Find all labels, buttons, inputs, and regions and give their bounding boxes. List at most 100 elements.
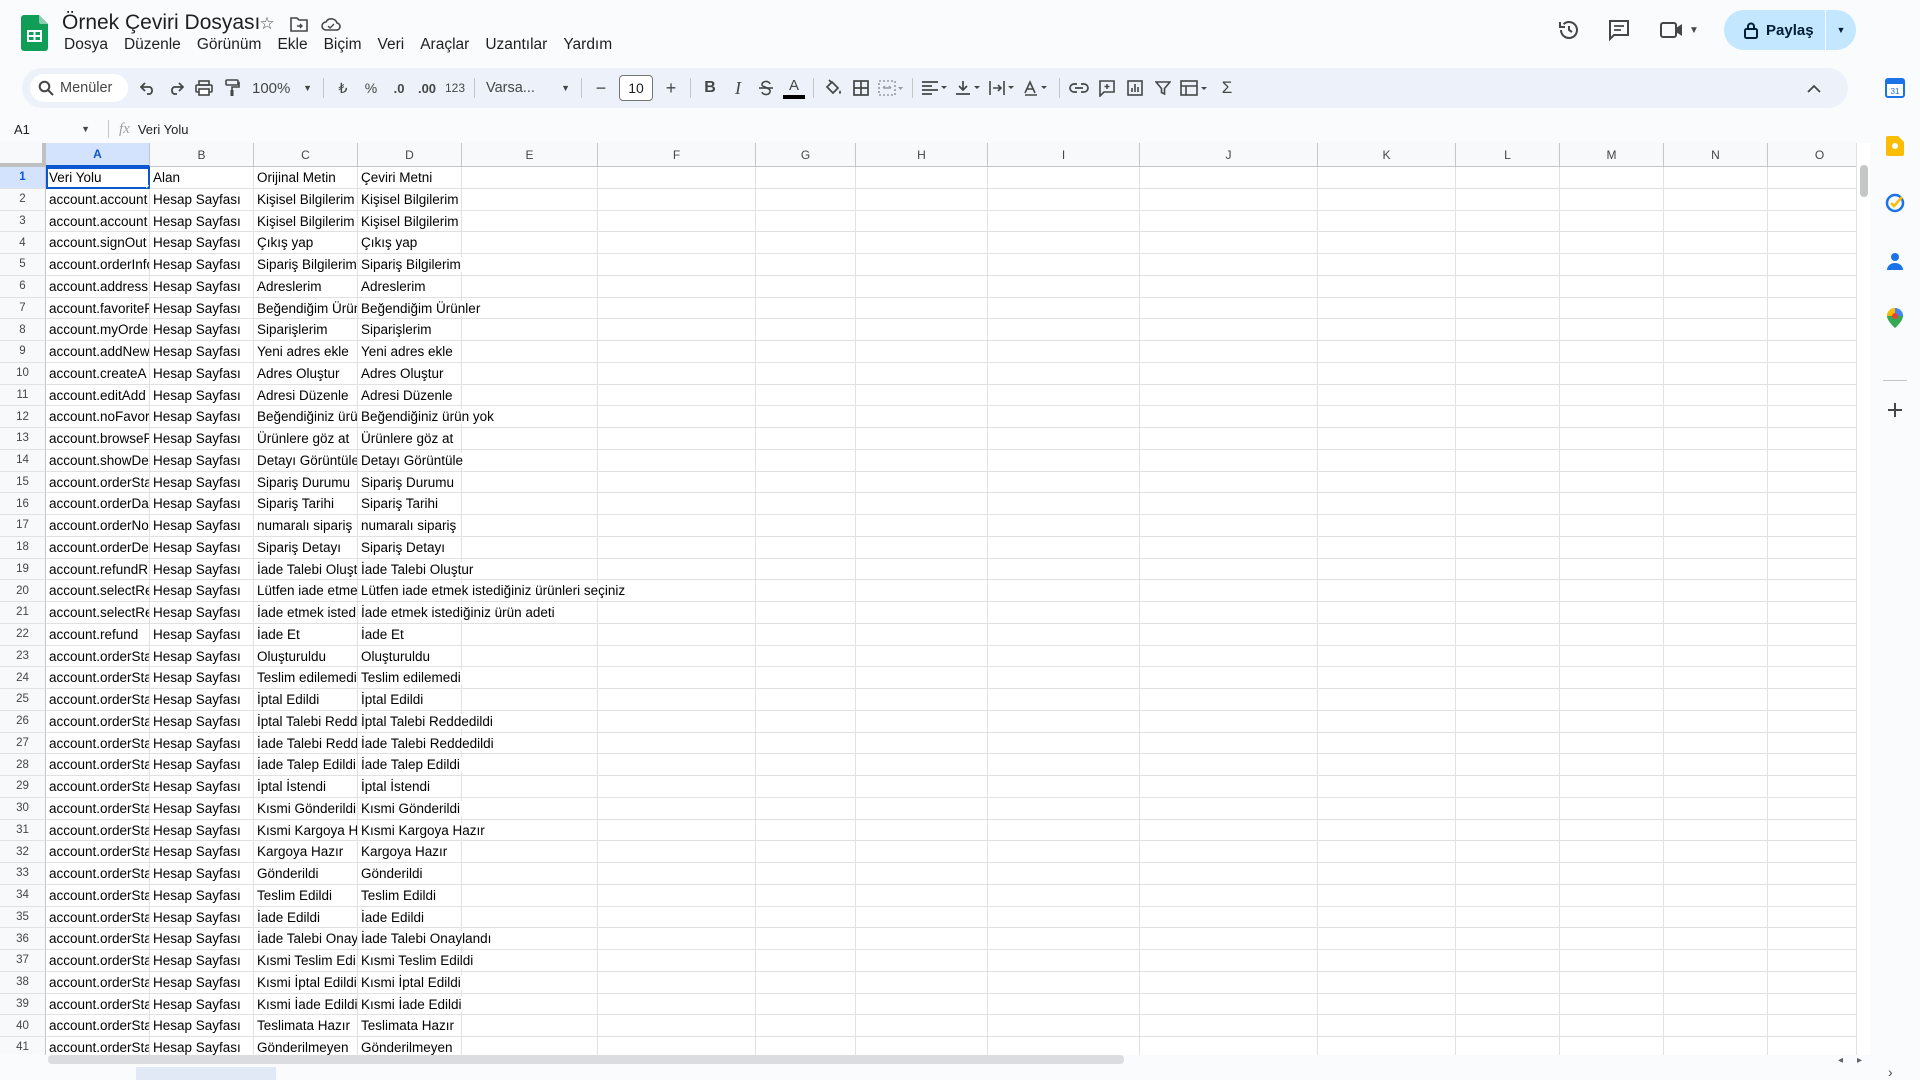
cell-c[interactable]: Kısmi Gönderildi [254, 797, 358, 820]
cell-d[interactable]: Teslimata Hazır [358, 1015, 462, 1037]
cell-i[interactable] [988, 341, 1140, 363]
cell-a[interactable]: account.editAdd [46, 384, 150, 407]
cell-b[interactable]: Hesap Sayfası [150, 471, 254, 494]
share-button[interactable]: Paylaş ▼ [1724, 10, 1856, 50]
horizontal-scrollbar[interactable]: ◂ ▸ [0, 1055, 1870, 1080]
print-icon[interactable] [190, 74, 218, 102]
cell-a[interactable]: account.orderSta [46, 819, 150, 842]
cell-d[interactable]: Adres Oluştur [358, 362, 462, 385]
cell-c[interactable]: Kargoya Hazır [254, 841, 358, 863]
cell-l[interactable] [1456, 471, 1560, 494]
cell-b[interactable]: Hesap Sayfası [150, 602, 254, 624]
cell-l[interactable] [1456, 689, 1560, 711]
cell-b[interactable]: Hesap Sayfası [150, 623, 254, 646]
cell-d[interactable]: İade etmek istediğiniz ürün adeti [358, 602, 557, 624]
cell-n[interactable] [1664, 341, 1768, 363]
row-header[interactable]: 41 [0, 1037, 46, 1055]
cell-n[interactable] [1664, 667, 1768, 689]
cell-f[interactable] [598, 754, 756, 776]
cell-o[interactable] [1768, 298, 1856, 320]
cell-c[interactable]: İptal Talebi Redd [254, 710, 358, 733]
cell-g[interactable] [756, 950, 856, 972]
cell-k[interactable] [1318, 297, 1456, 320]
cell-m[interactable] [1560, 950, 1664, 972]
cell-m[interactable] [1560, 362, 1664, 385]
cell-d[interactable]: Detayı Görüntüle [358, 449, 466, 472]
cell-o[interactable] [1768, 319, 1856, 341]
cell-m[interactable] [1560, 863, 1664, 885]
cell-e[interactable] [462, 254, 598, 276]
cell-d[interactable]: Kargoya Hazır [358, 841, 462, 863]
cell-g[interactable] [756, 667, 856, 689]
cell-a[interactable]: account.orderSta [46, 797, 150, 820]
cell-l[interactable] [1456, 623, 1560, 646]
column-header-j[interactable]: J [1140, 143, 1318, 167]
cell-e[interactable] [462, 754, 598, 776]
cell-c[interactable]: Teslim Edildi [254, 884, 358, 907]
cell-c[interactable]: Lütfen iade etme [254, 580, 358, 602]
cell-c[interactable]: İptal İstendi [254, 776, 358, 798]
cell-c[interactable]: Sipariş Detayı [254, 536, 358, 559]
cell-j[interactable] [1140, 689, 1318, 711]
share-options-button[interactable]: ▼ [1826, 25, 1856, 35]
cell-l[interactable] [1456, 906, 1560, 929]
menu-file[interactable]: Dosya [56, 36, 116, 54]
row-header[interactable]: 8 [0, 319, 46, 341]
row-header[interactable]: 3 [0, 210, 46, 233]
menu-tools[interactable]: Araçlar [412, 36, 477, 54]
cell-l[interactable] [1456, 884, 1560, 907]
cell-o[interactable] [1768, 624, 1856, 646]
cell-j[interactable] [1140, 667, 1318, 689]
cell-g[interactable] [756, 645, 856, 668]
cell-k[interactable] [1318, 449, 1456, 472]
menu-insert[interactable]: Ekle [269, 36, 315, 54]
cell-o[interactable] [1768, 559, 1856, 581]
row-header[interactable]: 38 [0, 971, 46, 994]
cell-m[interactable] [1560, 493, 1664, 515]
cell-c[interactable]: Gönderilmeyen [254, 1037, 358, 1055]
cell-o[interactable] [1768, 646, 1856, 668]
cell-o[interactable] [1768, 276, 1856, 298]
cell-b[interactable]: Hesap Sayfası [150, 515, 254, 537]
cell-c[interactable]: İade Edildi [254, 906, 358, 929]
cell-c[interactable]: Kişisel Bilgilerim [254, 188, 358, 211]
cell-d[interactable]: Gönderildi [358, 863, 462, 885]
cell-e[interactable] [462, 797, 598, 820]
cell-n[interactable] [1664, 1037, 1768, 1055]
cell-o[interactable] [1768, 211, 1856, 233]
cell-h[interactable] [856, 493, 988, 515]
row-header[interactable]: 37 [0, 950, 46, 972]
cell-f[interactable] [598, 971, 756, 994]
cell-j[interactable] [1140, 254, 1318, 276]
cell-i[interactable] [988, 841, 1140, 863]
cell-d[interactable]: Çeviri Metni [358, 167, 462, 189]
cell-h[interactable] [856, 667, 988, 689]
cell-i[interactable] [988, 710, 1140, 733]
number-format-button[interactable]: 123 [441, 74, 469, 102]
cell-k[interactable] [1318, 797, 1456, 820]
vertical-scrollbar[interactable] [1856, 143, 1870, 1055]
cell-g[interactable] [756, 232, 856, 254]
cell-h[interactable] [856, 623, 988, 646]
cell-g[interactable] [756, 384, 856, 407]
cell-h[interactable] [856, 362, 988, 385]
cell-g[interactable] [756, 819, 856, 842]
cell-g[interactable] [756, 449, 856, 472]
cell-o[interactable] [1768, 994, 1856, 1016]
cell-o[interactable] [1768, 841, 1856, 863]
cell-n[interactable] [1664, 493, 1768, 515]
cell-j[interactable] [1140, 754, 1318, 776]
cell-h[interactable] [856, 841, 988, 863]
search-menus-button[interactable]: Menüler [30, 74, 128, 102]
bold-button[interactable]: B [696, 74, 724, 102]
font-size-input[interactable]: 10 [619, 75, 653, 101]
cell-m[interactable] [1560, 623, 1664, 646]
cell-d[interactable]: Adresi Düzenle [358, 384, 462, 407]
cell-j[interactable] [1140, 776, 1318, 798]
cell-n[interactable] [1664, 884, 1768, 907]
cell-b[interactable]: Hesap Sayfası [150, 319, 254, 341]
cell-o[interactable] [1768, 733, 1856, 755]
cell-i[interactable] [988, 536, 1140, 559]
cell-a[interactable]: account.signOut [46, 232, 150, 254]
cell-g[interactable] [756, 906, 856, 929]
